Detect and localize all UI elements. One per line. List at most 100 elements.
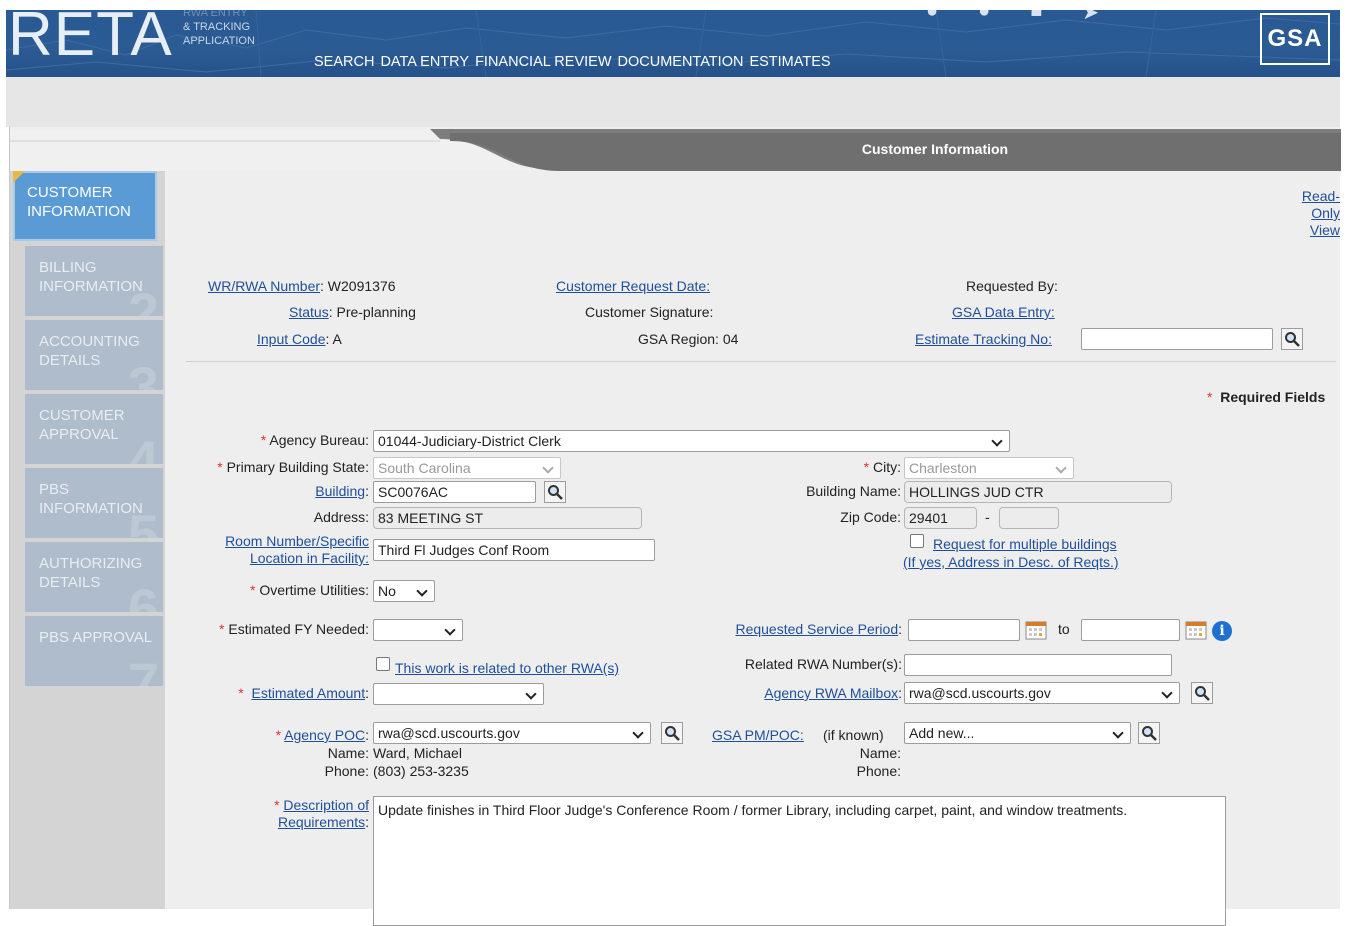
zip-dash: - (985, 509, 990, 525)
service-period-from-input[interactable] (908, 619, 1020, 641)
city-label: * City: (786, 459, 901, 475)
multiple-buildings-note-link[interactable]: (If yes, Address in Desc. of Reqts.) (903, 554, 1119, 570)
poc-name-value: Ward, Michael (373, 745, 462, 761)
sidebar-item-billing-information[interactable]: BILLING INFORMATION 2 (25, 246, 163, 316)
customer-info-form: Read- Only View WR/RWA Number: W2091376 … (166, 171, 1341, 926)
gsa-pm-search-button[interactable] (1138, 722, 1160, 744)
estimated-amount-link[interactable]: Estimated Amount (251, 685, 365, 701)
nav-search[interactable]: SEARCH (314, 54, 374, 70)
sidebar-item-label: PBS APPROVAL (39, 629, 153, 646)
gsa-phone-label: Phone: (856, 763, 901, 779)
required-asterisk: * (275, 727, 282, 743)
info-icon[interactable]: i (1212, 621, 1232, 641)
input-code-row: Input Code: A (257, 331, 342, 347)
read-only-line3: View (1309, 222, 1340, 238)
sidebar-item-pbs-information[interactable]: PBS INFORMATION 5 (25, 468, 163, 538)
nav-financial-review[interactable]: FINANCIAL REVIEW (475, 54, 611, 70)
agency-mailbox-search-button[interactable] (1191, 682, 1213, 704)
multiple-buildings-link[interactable]: Request for multiple buildings (933, 536, 1117, 552)
related-rwa-numbers-label: Related RWA Number(s): (744, 656, 902, 672)
service-period-link[interactable]: Requested Service Period (735, 621, 898, 637)
room-number-input[interactable]: Third Fl Judges Conf Room (373, 539, 655, 561)
agency-mailbox-select[interactable]: rwa@scd.uscourts.gov (904, 682, 1180, 704)
description-label: * Description of Requirements: (166, 797, 369, 831)
gsa-region-label: GSA Region: 04 (638, 331, 739, 347)
building-input[interactable]: SC0076AC (373, 481, 536, 503)
description-link[interactable]: Description of (283, 797, 369, 813)
multiple-buildings-checkbox[interactable] (910, 534, 924, 548)
wr-number-value: W2091376 (327, 278, 396, 294)
agency-bureau-value: 01044-Judiciary-District Clerk (378, 433, 561, 449)
input-code-link[interactable]: Input Code (257, 331, 326, 347)
search-icon (548, 485, 563, 500)
wr-number-link[interactable]: WR/RWA Number (208, 278, 320, 294)
building-link[interactable]: Building (315, 483, 365, 499)
step-number: 6 (127, 577, 159, 613)
chevron-down-icon (525, 688, 537, 700)
nav-estimates[interactable]: ESTIMATES (749, 54, 830, 70)
sidebar-item-customer-approval[interactable]: CUSTOMER APPROVAL 4 (25, 394, 163, 464)
step-sidebar: CUSTOMER INFORMATION BILLING INFORMATION… (10, 171, 165, 909)
agency-mailbox-value: rwa@scd.uscourts.gov (909, 685, 1051, 701)
summary-divider (186, 361, 1336, 362)
related-rwa-link[interactable]: This work is related to other RWA(s) (395, 660, 619, 676)
search-icon (1142, 726, 1157, 741)
room-number-link[interactable]: Room Number/Specific Location in Facilit… (166, 533, 369, 567)
required-asterisk: * (1207, 389, 1213, 405)
requested-by-label: Requested By: (966, 278, 1058, 294)
agency-mailbox-link[interactable]: Agency RWA Mailbox (764, 685, 898, 701)
agency-poc-search-button[interactable] (661, 722, 683, 744)
overtime-utilities-select[interactable]: No (373, 580, 435, 602)
read-only-view-link[interactable]: Read- Only View (1276, 188, 1340, 239)
agency-poc-select[interactable]: rwa@scd.uscourts.gov (373, 722, 651, 744)
nav-data-entry[interactable]: DATA ENTRY (380, 54, 469, 70)
customer-request-date-link[interactable]: Customer Request Date: (556, 278, 710, 294)
building-search-button[interactable] (544, 481, 566, 503)
estimate-tracking-search-button[interactable] (1281, 328, 1303, 350)
gsa-pm-select[interactable]: Add new... (904, 722, 1131, 744)
building-label: Building: (315, 483, 369, 499)
status-link[interactable]: Status (289, 304, 329, 320)
sidebar-item-label: CUSTOMER APPROVAL (39, 407, 125, 443)
agency-bureau-select[interactable]: 01044-Judiciary-District Clerk (373, 430, 1010, 452)
sidebar-item-accounting-details[interactable]: ACCOUNTING DETAILS 3 (25, 320, 163, 390)
estimate-tracking-link[interactable]: Estimate Tracking No: (915, 331, 1052, 347)
gsa-pm-link[interactable]: GSA PM/POC: (712, 727, 804, 743)
description-link-line2[interactable]: Requirements (278, 814, 365, 830)
calendar-icon[interactable]: ■ (1030, 10, 1042, 25)
sidebar-item-pbs-approval[interactable]: PBS APPROVAL 7 (25, 616, 163, 686)
calendar-icon[interactable] (1185, 620, 1207, 640)
estimated-fy-label-text: Estimated FY Needed: (228, 621, 369, 637)
estimated-fy-select[interactable] (373, 619, 463, 641)
sidebar-item-authorizing-details[interactable]: AUTHORIZING DETAILS 6 (25, 542, 163, 612)
reta-logo: RETA (8, 10, 173, 69)
help-icon[interactable]: ● (978, 10, 990, 25)
required-asterisk: * (249, 582, 256, 598)
sidebar-item-customer-information[interactable]: CUSTOMER INFORMATION (13, 171, 157, 241)
chevron-down-icon (416, 585, 428, 597)
city-select[interactable]: Charleston (904, 457, 1074, 479)
building-name-label: Building Name: (806, 483, 901, 499)
service-period-to-input[interactable] (1081, 619, 1180, 641)
description-textarea[interactable]: Update finishes in Third Floor Judge's C… (373, 796, 1226, 926)
user-icon[interactable]: ● (926, 10, 938, 25)
zip-code-field: 29401 (904, 507, 977, 529)
header-utility-icons: ● ● ■ ➤ (926, 10, 1099, 25)
estimated-amount-select[interactable] (373, 683, 544, 705)
estimate-tracking-input[interactable] (1081, 328, 1273, 350)
required-asterisk: * (863, 459, 870, 475)
gsa-data-entry-link[interactable]: GSA Data Entry: (952, 304, 1055, 320)
logout-icon[interactable]: ➤ (1082, 10, 1099, 25)
primary-state-select[interactable]: South Carolina (373, 457, 561, 479)
gsa-name-label: Name: (859, 745, 901, 761)
related-rwa-checkbox[interactable] (376, 657, 390, 671)
agency-poc-link[interactable]: Agency POC (284, 727, 365, 743)
related-rwa-numbers-input[interactable] (904, 654, 1172, 676)
required-asterisk: * (238, 685, 244, 701)
step-number: 7 (127, 651, 159, 687)
poc-phone-label: Phone: (324, 763, 369, 779)
colon: : (325, 331, 333, 347)
primary-state-label-text: Primary Building State: (226, 459, 369, 475)
nav-documentation[interactable]: DOCUMENTATION (618, 54, 744, 70)
calendar-icon[interactable] (1025, 620, 1047, 640)
